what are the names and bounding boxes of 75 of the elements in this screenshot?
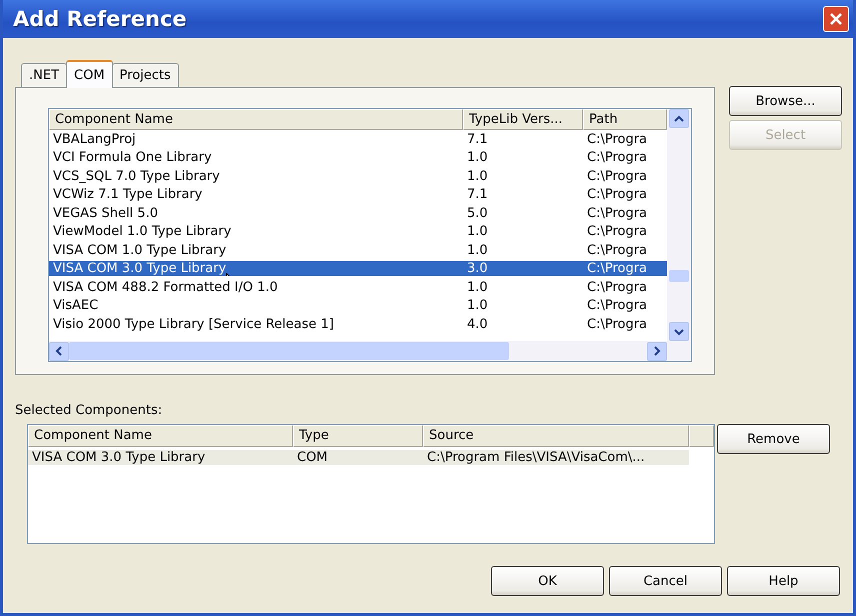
- column-header[interactable]: Source: [423, 425, 689, 447]
- typelib-version: 5.0: [467, 206, 488, 221]
- component-path: C:\Progra: [587, 298, 648, 314]
- typelib-version: 4.0: [467, 316, 488, 332]
- component-path: C:\Progra: [587, 168, 648, 184]
- component-name: VCS_SQL 7.0 Type Library: [53, 168, 220, 184]
- scroll-right-button[interactable]: [647, 342, 667, 360]
- scroll-down-button[interactable]: [669, 322, 689, 341]
- component-path: C:\Progra: [587, 280, 648, 295]
- component-row[interactable]: Visio 2000 Type Library [Service Release 1] 4.0 C:\Progra: [49, 315, 667, 334]
- typelib-version: 7.1: [467, 132, 488, 147]
- component-path: C:\Progra: [587, 206, 648, 221]
- component-name: VCWiz 7.1 Type Library: [53, 187, 202, 202]
- close-button[interactable]: [823, 6, 849, 32]
- component-row[interactable]: VEGAS Shell 5.0 5.0 C:\Progra: [49, 204, 667, 222]
- chevron-up-icon: [674, 114, 684, 122]
- scroll-up-button[interactable]: [669, 109, 689, 128]
- component-path: C:\Progra: [587, 132, 648, 147]
- scroll-left-button[interactable]: [49, 342, 69, 360]
- column-header[interactable]: Component Name: [49, 109, 463, 130]
- component-name: ViewModel 1.0 Type Library: [53, 224, 232, 240]
- component-row[interactable]: VisAEC 1.0 C:\Progra: [49, 296, 667, 315]
- component-row[interactable]: VCS_SQL 7.0 Type Library 1.0 C:\Progra: [49, 167, 667, 186]
- component-type: COM: [297, 450, 328, 464]
- typelib-version: 1.0: [467, 168, 488, 184]
- typelib-version: 1.0: [467, 298, 488, 314]
- component-row[interactable]: VCI Formula One Library 1.0 C:\Progra: [49, 148, 667, 167]
- typelib-version: 3.0: [467, 261, 488, 276]
- side-button[interactable]: Browse...: [729, 86, 842, 116]
- component-row[interactable]: VBALangProj 7.1 C:\Progra: [49, 130, 667, 148]
- selected-component-row[interactable]: VISA COM 3.0 Type Library COM C:\Program Files\VISA\VisaCom\...: [28, 447, 714, 467]
- chevron-down-icon: [674, 328, 684, 336]
- component-name: VEGAS Shell 5.0: [53, 206, 158, 221]
- component-path: C:\Progra: [587, 187, 648, 202]
- column-header[interactable]: Type: [293, 425, 423, 447]
- typelib-version: 1.0: [467, 150, 488, 166]
- component-name: VCI Formula One Library: [53, 150, 212, 166]
- component-path: C:\Progra: [587, 242, 648, 258]
- component-source: C:\Program Files\VISA\VisaCom\...: [427, 450, 645, 464]
- component-row[interactable]: ViewModel 1.0 Type Library 1.0 C:\Progra: [49, 222, 667, 241]
- window-title: Add Reference: [13, 7, 187, 31]
- chevron-right-icon: [653, 346, 661, 356]
- scrollbar-thumb[interactable]: [69, 342, 509, 360]
- section-label: Selected Components:: [15, 403, 164, 418]
- component-path: C:\Progra: [587, 224, 648, 240]
- column-header[interactable]: Path: [583, 109, 667, 130]
- dialog-button[interactable]: Help: [727, 566, 840, 596]
- component-row[interactable]: VISA COM 1.0 Type Library 1.0 C:\Progra: [49, 241, 667, 260]
- tab[interactable]: Projects: [112, 63, 179, 87]
- dialog-button[interactable]: OK: [491, 566, 604, 596]
- scrollbar-thumb[interactable]: [669, 270, 689, 282]
- column-header[interactable]: Component Name: [28, 425, 293, 447]
- component-name: VISA COM 3.0 Type Library: [53, 261, 226, 276]
- chevron-left-icon: [55, 346, 63, 356]
- typelib-version: 1.0: [467, 280, 488, 295]
- component-name: VisAEC: [53, 298, 98, 314]
- component-name: Visio 2000 Type Library [Service Release 1]: [53, 316, 334, 332]
- component-name: VISA COM 488.2 Formatted I/O 1.0: [53, 280, 278, 295]
- typelib-version: 7.1: [467, 187, 488, 202]
- tab[interactable]: COM: [66, 60, 113, 88]
- component-row[interactable]: VISA COM 488.2 Formatted I/O 1.0 1.0 C:\Progra: [49, 278, 667, 296]
- remove-button[interactable]: Remove: [717, 424, 830, 454]
- component-name: VBALangProj: [53, 132, 136, 147]
- component-path: C:\Progra: [587, 261, 648, 276]
- typelib-version: 1.0: [467, 224, 488, 240]
- tab[interactable]: .NET: [21, 63, 68, 87]
- component-path: C:\Progra: [587, 316, 648, 332]
- dialog-button[interactable]: Cancel: [609, 566, 722, 596]
- component-name: VISA COM 3.0 Type Library: [32, 450, 206, 464]
- close-icon: [828, 11, 844, 27]
- column-header[interactable]: TypeLib Vers...: [463, 109, 583, 130]
- component-name: VISA COM 1.0 Type Library: [53, 242, 226, 258]
- component-row[interactable]: VCWiz 7.1 Type Library 7.1 C:\Progra: [49, 186, 667, 204]
- component-path: C:\Progra: [587, 150, 648, 166]
- typelib-version: 1.0: [467, 242, 488, 258]
